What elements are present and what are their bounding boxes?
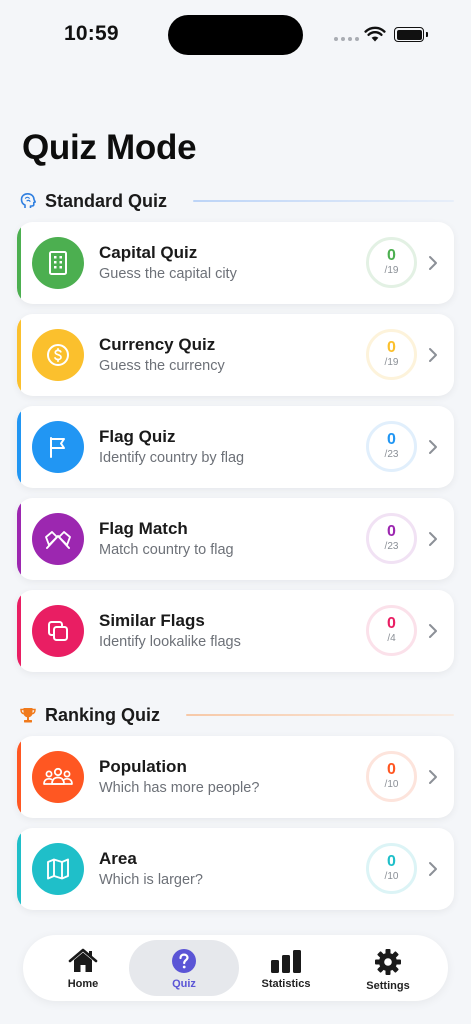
section-header-ranking: Ranking Quiz <box>18 703 454 727</box>
quiz-title: Area <box>99 849 137 868</box>
question-icon <box>172 949 196 973</box>
quiz-subtitle: Identify lookalike flags <box>99 634 241 650</box>
people-icon <box>32 751 84 803</box>
score-value: 0 <box>387 615 396 632</box>
chevron-right-icon <box>429 532 437 546</box>
quiz-card-area[interactable]: Area Which is larger? 0 /10 <box>17 828 454 910</box>
tab-label: Quiz <box>172 978 196 990</box>
quiz-title: Flag Match <box>99 519 188 538</box>
quiz-card-flag[interactable]: Flag Quiz Identify country by flag 0 /23 <box>17 406 454 488</box>
quiz-subtitle: Match country to flag <box>99 542 234 558</box>
score-total: /10 <box>384 871 399 882</box>
quiz-card-currency[interactable]: Currency Quiz Guess the currency 0 /19 <box>17 314 454 396</box>
quiz-subtitle: Which is larger? <box>99 872 203 888</box>
score-value: 0 <box>387 247 396 264</box>
dynamic-island <box>168 15 303 55</box>
page-title: Quiz Mode <box>22 128 197 167</box>
coin-icon <box>32 329 84 381</box>
chevron-right-icon <box>429 624 437 638</box>
quiz-card-population[interactable]: Population Which has more people? 0 /10 <box>17 736 454 818</box>
tab-quiz[interactable]: Quiz <box>129 940 239 996</box>
section-header-standard: Standard Quiz <box>18 189 454 213</box>
score-ring: 0 /23 <box>366 421 417 472</box>
quiz-title: Similar Flags <box>99 611 205 630</box>
status-time: 10:59 <box>64 22 119 45</box>
score-value: 0 <box>387 853 396 870</box>
score-total: /23 <box>384 449 399 460</box>
trophy-icon <box>18 705 38 725</box>
score-ring: 0 /19 <box>366 329 417 380</box>
chevron-right-icon <box>429 440 437 454</box>
score-ring: 0 /23 <box>366 513 417 564</box>
building-icon <box>32 237 84 289</box>
quiz-title: Population <box>99 757 187 776</box>
score-value: 0 <box>387 761 396 778</box>
score-ring: 0 /19 <box>366 237 417 288</box>
section-label-standard: Standard Quiz <box>45 190 168 211</box>
quiz-title: Flag Quiz <box>99 427 176 446</box>
copy-icon <box>32 605 84 657</box>
tab-home[interactable]: Home <box>28 940 138 996</box>
score-total: /19 <box>384 265 399 276</box>
map-icon <box>32 843 84 895</box>
bar-chart-icon <box>271 950 301 973</box>
section-label-ranking: Ranking Quiz <box>45 704 161 725</box>
brain-icon <box>18 191 38 211</box>
gear-icon <box>375 949 401 975</box>
quiz-title: Currency Quiz <box>99 335 216 354</box>
score-value: 0 <box>387 431 396 448</box>
chevron-right-icon <box>429 256 437 270</box>
score-total: /19 <box>384 357 399 368</box>
chevron-right-icon <box>429 770 437 784</box>
quiz-title: Capital Quiz <box>99 243 198 262</box>
crossed-flags-icon <box>32 513 84 565</box>
quiz-card-flag-match[interactable]: Flag Match Match country to flag 0 /23 <box>17 498 454 580</box>
score-ring: 0 /10 <box>366 843 417 894</box>
score-total: /23 <box>384 541 399 552</box>
chevron-right-icon <box>429 862 437 876</box>
flag-icon <box>32 421 84 473</box>
tab-bar: Home Quiz Statistics Settings <box>23 935 448 1001</box>
score-total: /10 <box>384 779 399 790</box>
quiz-card-capital[interactable]: Capital Quiz Guess the capital city 0 /1… <box>17 222 454 304</box>
score-value: 0 <box>387 339 396 356</box>
quiz-subtitle: Which has more people? <box>99 780 260 796</box>
status-bar: 10:59 <box>0 0 471 70</box>
tab-label: Home <box>67 978 99 990</box>
section-divider <box>186 714 454 716</box>
tab-label: Statistics <box>261 978 311 990</box>
score-ring: 0 /10 <box>366 751 417 802</box>
quiz-card-similar-flags[interactable]: Similar Flags Identify lookalike flags 0… <box>17 590 454 672</box>
battery-icon <box>394 27 424 42</box>
quiz-subtitle: Guess the capital city <box>99 266 237 282</box>
score-ring: 0 /4 <box>366 605 417 656</box>
house-icon <box>68 948 98 972</box>
chevron-right-icon <box>429 348 437 362</box>
tab-statistics[interactable]: Statistics <box>231 940 341 996</box>
tab-settings[interactable]: Settings <box>333 940 443 996</box>
quiz-subtitle: Guess the currency <box>99 358 225 374</box>
wifi-icon <box>364 26 386 42</box>
score-value: 0 <box>387 523 396 540</box>
quiz-subtitle: Identify country by flag <box>99 450 245 466</box>
score-total: /4 <box>387 633 396 644</box>
signal-icon <box>334 37 359 41</box>
tab-label: Settings <box>366 980 410 992</box>
section-divider <box>193 200 454 202</box>
